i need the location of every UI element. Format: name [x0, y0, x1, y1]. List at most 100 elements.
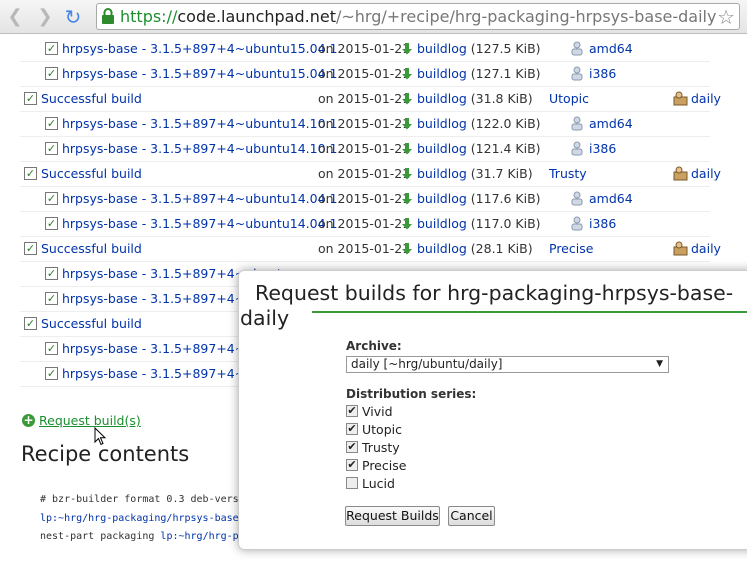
buildlog-entry: buildlog (127.5 KiB) — [417, 41, 541, 56]
buildlog-link[interactable]: buildlog — [417, 66, 467, 81]
series-link[interactable]: Trusty — [549, 166, 587, 181]
code-link[interactable]: lp:~hrg/hrg-packaging/hrpsys-base — [40, 513, 239, 524]
checkbox[interactable]: ✔ — [346, 405, 358, 417]
buildlog-entry: buildlog (117.6 KiB) — [417, 191, 541, 206]
buildlog-size: (117.6 KiB) — [470, 191, 541, 206]
buildlog-entry: buildlog (31.7 KiB) — [417, 166, 533, 181]
success-check-icon: ✓ — [45, 292, 58, 305]
buildlog-link[interactable]: buildlog — [417, 191, 467, 206]
archive-select[interactable]: daily [~hrg/ubuntu/daily] ▼ — [346, 356, 669, 373]
download-arrow-icon — [402, 118, 412, 130]
request-builds-button[interactable]: Request Builds — [345, 506, 440, 526]
lock-icon — [102, 8, 114, 24]
arch-link[interactable]: amd64 — [589, 116, 633, 131]
code-link[interactable]: lp:~hrg/hrg-p — [160, 531, 238, 542]
series-option-label: Trusty — [362, 440, 400, 455]
buildlog-link[interactable]: buildlog — [417, 166, 467, 181]
buildlog-link[interactable]: buildlog — [417, 91, 467, 106]
binary-build-row: ✓ hrpsys-base - 3.1.5+897+4~ubuntu15.04.1… — [0, 62, 747, 87]
buildlog-link[interactable]: buildlog — [417, 41, 467, 56]
buildlog-size: (127.1 KiB) — [470, 66, 541, 81]
download-arrow-icon — [402, 68, 412, 80]
build-name-link[interactable]: hrpsys-base - 3.1.5+897+4~ubuntu14.10.1 — [62, 141, 337, 156]
build-date: on 2015-01-21 — [318, 241, 411, 256]
arch-link[interactable]: i386 — [589, 216, 616, 231]
archive-label: Archive: — [346, 339, 402, 353]
bookmark-star-icon[interactable]: ☆ — [717, 5, 735, 29]
address-bar[interactable]: https://code.launchpad.net/~hrg/+recipe/… — [96, 3, 740, 30]
request-builds-dialog: Request builds for hrg-packaging-hrpsys-… — [238, 270, 747, 550]
buildlog-link[interactable]: buildlog — [417, 216, 467, 231]
buildlog-entry: buildlog (117.0 KiB) — [417, 216, 541, 231]
url-text: https://code.launchpad.net/~hrg/+recipe/… — [120, 7, 716, 26]
buildlog-size: (122.0 KiB) — [470, 116, 541, 131]
buildlog-link[interactable]: buildlog — [417, 141, 467, 156]
ppa-link[interactable]: daily — [691, 91, 721, 106]
recipe-contents-heading: Recipe contents — [21, 442, 190, 466]
build-name-link[interactable]: Successful build — [41, 241, 142, 256]
series-option-label: Utopic — [362, 422, 402, 437]
processor-icon — [571, 191, 583, 206]
series-option-label: Lucid — [362, 476, 395, 491]
arch-link[interactable]: amd64 — [589, 191, 633, 206]
row-divider — [20, 86, 710, 87]
code-text: nest-part packaging — [40, 531, 161, 542]
browser-toolbar: ❮ ❯ ↻ https://code.launchpad.net/~hrg/+r… — [0, 0, 747, 34]
build-name-link[interactable]: hrpsys-base - 3.1.5+897+4~ubuntu15.04.1 — [62, 66, 337, 81]
series-link[interactable]: Precise — [549, 241, 593, 256]
arch-link[interactable]: amd64 — [589, 41, 633, 56]
buildlog-link[interactable]: buildlog — [417, 116, 467, 131]
success-check-icon: ✓ — [45, 342, 58, 355]
success-check-icon: ✓ — [45, 192, 58, 205]
checkbox[interactable]: ✔ — [346, 441, 358, 453]
buildlog-link[interactable]: buildlog — [417, 241, 467, 256]
build-date: on 2015-01-21 — [318, 91, 411, 106]
archive-selected-value: daily [~hrg/ubuntu/daily] — [351, 357, 503, 371]
buildlog-size: (31.7 KiB) — [470, 166, 533, 181]
checkbox[interactable]: ✔ — [346, 459, 358, 471]
build-name-link[interactable]: hrpsys-base - 3.1.5+897+4~ubuntu14.04.1 — [62, 191, 337, 206]
binary-build-row: ✓ hrpsys-base - 3.1.5+897+4~ubuntu14.04.1… — [0, 212, 747, 237]
success-check-icon: ✓ — [45, 217, 58, 230]
build-name-link[interactable]: hrpsys-base - 3.1.5+897+4~ubuntu14.10.1 — [62, 116, 337, 131]
build-name-link[interactable]: Successful build — [41, 166, 142, 181]
forward-icon[interactable]: ❯ — [34, 6, 56, 28]
row-divider — [20, 261, 710, 262]
build-name-link[interactable]: Successful build — [41, 316, 142, 331]
binary-build-row: ✓ hrpsys-base - 3.1.5+897+4~ubuntu14.10.1… — [0, 137, 747, 162]
source-build-row: ✓ Successful build on 2015-01-21 buildlog (… — [0, 162, 747, 187]
reload-icon[interactable]: ↻ — [62, 6, 84, 28]
processor-icon — [571, 66, 583, 81]
arch-link[interactable]: i386 — [589, 66, 616, 81]
code-line: lp:~hrg/hrg-packaging/hrpsys-base — [40, 513, 239, 524]
build-name-link[interactable]: hrpsys-base - 3.1.5+897+4~ubuntu14.04.1 — [62, 216, 337, 231]
success-check-icon: ✓ — [24, 92, 37, 105]
source-build-row: ✓ Successful build on 2015-01-21 buildlog (… — [0, 87, 747, 112]
back-icon[interactable]: ❮ — [4, 6, 26, 28]
build-name-link[interactable]: Successful build — [41, 91, 142, 106]
arch-link[interactable]: i386 — [589, 141, 616, 156]
url-scheme: https:// — [120, 7, 178, 26]
checkbox[interactable] — [346, 477, 358, 489]
row-divider — [20, 236, 710, 237]
success-check-icon: ✓ — [45, 267, 58, 280]
ppa-archive-icon — [673, 166, 688, 181]
ppa-link[interactable]: daily — [691, 241, 721, 256]
buildlog-size: (117.0 KiB) — [470, 216, 541, 231]
download-arrow-icon — [402, 193, 412, 205]
build-name-link[interactable]: hrpsys-base - 3.1.5+897+4~ubuntu15.04.1 — [62, 41, 337, 56]
binary-build-row: ✓ hrpsys-base - 3.1.5+897+4~ubuntu15.04.1… — [0, 37, 747, 62]
download-arrow-icon — [402, 143, 412, 155]
dialog-title-rule — [312, 311, 747, 313]
series-link[interactable]: Utopic — [549, 91, 589, 106]
buildlog-size: (28.1 KiB) — [470, 241, 533, 256]
request-builds-label[interactable]: Request build(s) — [39, 413, 141, 428]
build-date: on 2015-01-21 — [318, 191, 411, 206]
success-check-icon: ✓ — [45, 117, 58, 130]
ppa-link[interactable]: daily — [691, 166, 721, 181]
checkbox[interactable]: ✔ — [346, 423, 358, 435]
source-build-row: ✓ Successful build on 2015-01-21 buildlog (… — [0, 237, 747, 262]
binary-build-row: ✓ hrpsys-base - 3.1.5+897+4~ubuntu14.10.1… — [0, 112, 747, 137]
cancel-button[interactable]: Cancel — [448, 506, 495, 526]
build-date: on 2015-01-21 — [318, 66, 411, 81]
